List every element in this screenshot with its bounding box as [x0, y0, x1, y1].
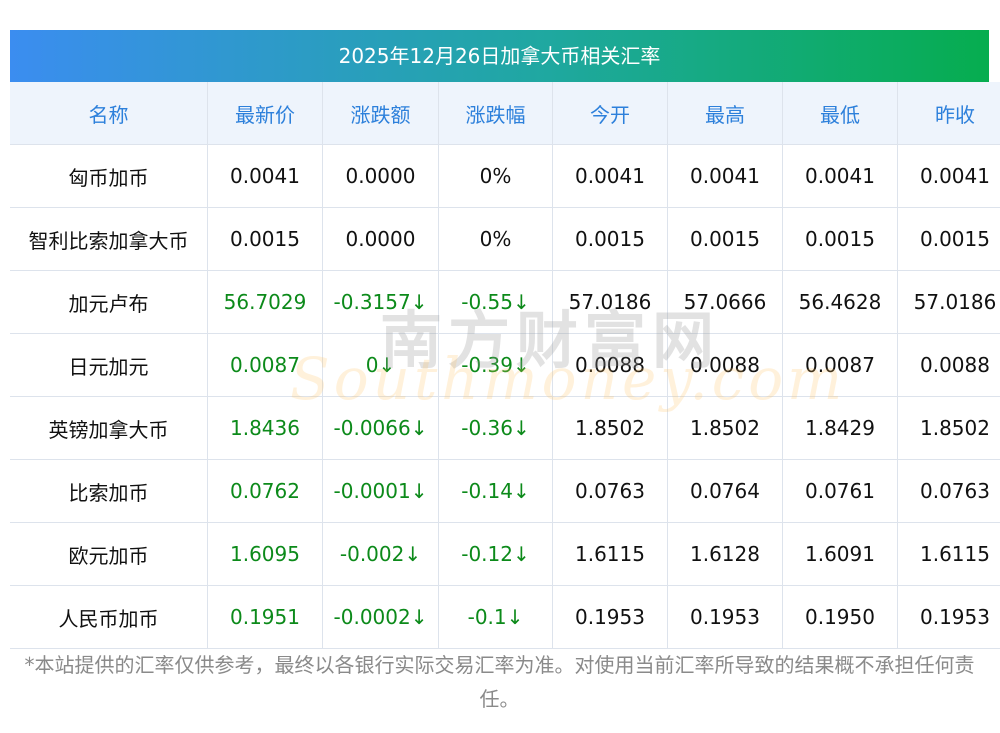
cell-change: 0.0000 [322, 207, 439, 271]
table-row: 欧元加币 1.6095 -0.002↓ -0.12↓ 1.6115 1.6128 1.609… [10, 522, 1000, 586]
cell-price: 1.8436 [207, 396, 323, 460]
cell-pct: -0.12↓ [438, 522, 553, 586]
column-header: 最高 [667, 82, 783, 145]
column-header: 涨跌额 [322, 82, 439, 145]
cell-prev: 0.0088 [897, 333, 1000, 397]
cell-open: 1.8502 [552, 396, 668, 460]
cell-name: 智利比索加拿大币 [10, 207, 208, 271]
cell-price: 0.0015 [207, 207, 323, 271]
cell-high: 0.0764 [667, 459, 783, 523]
cell-pct: -0.36↓ [438, 396, 553, 460]
cell-low: 0.0761 [782, 459, 898, 523]
column-header: 名称 [10, 82, 208, 145]
cell-pct: -0.55↓ [438, 270, 553, 334]
table-row: 匈币加币 0.0041 0.0000 0% 0.0041 0.0041 0.0041 0.00… [10, 144, 1000, 208]
table-row: 加元卢布 56.7029 -0.3157↓ -0.55↓ 57.0186 57.0666 5… [10, 270, 1000, 334]
disclaimer-note: *本站提供的汇率仅供参考，最终以各银行实际交易汇率为准。对使用当前汇率所导致的结… [24, 653, 975, 711]
column-header: 今开 [552, 82, 668, 145]
cell-high: 1.6128 [667, 522, 783, 586]
cell-name: 日元加元 [10, 333, 208, 397]
cell-high: 1.8502 [667, 396, 783, 460]
cell-prev: 0.0015 [897, 207, 1000, 271]
cell-pct: 0% [438, 144, 553, 208]
cell-open: 0.0041 [552, 144, 668, 208]
cell-name: 比索加币 [10, 459, 208, 523]
cell-low: 56.4628 [782, 270, 898, 334]
cell-price: 56.7029 [207, 270, 323, 334]
cell-open: 0.0015 [552, 207, 668, 271]
cell-price: 0.0041 [207, 144, 323, 208]
cell-prev: 0.0763 [897, 459, 1000, 523]
cell-open: 0.0763 [552, 459, 668, 523]
cell-low: 0.0015 [782, 207, 898, 271]
cell-open: 1.6115 [552, 522, 668, 586]
cell-change: 0↓ [322, 333, 439, 397]
cell-pct: -0.1↓ [438, 585, 553, 649]
table-row: 智利比索加拿大币 0.0015 0.0000 0% 0.0015 0.0015 0.0015… [10, 207, 1000, 271]
cell-pct: -0.14↓ [438, 459, 553, 523]
cell-open: 0.1953 [552, 585, 668, 649]
cell-high: 0.0015 [667, 207, 783, 271]
column-header: 涨跌幅 [438, 82, 553, 145]
cell-low: 1.8429 [782, 396, 898, 460]
cell-low: 0.1950 [782, 585, 898, 649]
cell-change: -0.002↓ [322, 522, 439, 586]
table-row: 日元加元 0.0087 0↓ -0.39↓ 0.0088 0.0088 0.0087 0.00… [10, 333, 1000, 397]
column-header: 最新价 [207, 82, 323, 145]
cell-low: 1.6091 [782, 522, 898, 586]
cell-change: -0.0001↓ [322, 459, 439, 523]
cell-low: 0.0041 [782, 144, 898, 208]
cell-pct: -0.39↓ [438, 333, 553, 397]
cell-name: 人民币加币 [10, 585, 208, 649]
cell-change: 0.0000 [322, 144, 439, 208]
table-row: 人民币加币 0.1951 -0.0002↓ -0.1↓ 0.1953 0.1953 0.19… [10, 585, 1000, 649]
table-header-row: 名称 最新价 涨跌额 涨跌幅 今开 最高 最低 昨收 [10, 82, 1000, 145]
column-header: 昨收 [897, 82, 1000, 145]
cell-change: -0.0066↓ [322, 396, 439, 460]
cell-name: 欧元加币 [10, 522, 208, 586]
cell-pct: 0% [438, 207, 553, 271]
cell-low: 0.0087 [782, 333, 898, 397]
cell-price: 0.0762 [207, 459, 323, 523]
cell-high: 0.0088 [667, 333, 783, 397]
table-row: 英镑加拿大币 1.8436 -0.0066↓ -0.36↓ 1.8502 1.8502 1.… [10, 396, 1000, 460]
exchange-rate-table: 名称 最新价 涨跌额 涨跌幅 今开 最高 最低 昨收 匈币加币 0.0041 0.0000 0% 0.… [10, 82, 1000, 649]
cell-change: -0.0002↓ [322, 585, 439, 649]
cell-prev: 1.8502 [897, 396, 1000, 460]
cell-price: 0.1951 [207, 585, 323, 649]
cell-prev: 0.0041 [897, 144, 1000, 208]
cell-price: 0.0087 [207, 333, 323, 397]
cell-name: 加元卢布 [10, 270, 208, 334]
cell-name: 匈币加币 [10, 144, 208, 208]
cell-open: 57.0186 [552, 270, 668, 334]
column-header: 最低 [782, 82, 898, 145]
cell-change: -0.3157↓ [322, 270, 439, 334]
cell-name: 英镑加拿大币 [10, 396, 208, 460]
page-title: 2025年12月26日加拿大币相关汇率 [10, 30, 989, 82]
cell-prev: 0.1953 [897, 585, 1000, 649]
cell-high: 57.0666 [667, 270, 783, 334]
cell-prev: 1.6115 [897, 522, 1000, 586]
table-row: 比索加币 0.0762 -0.0001↓ -0.14↓ 0.0763 0.0764 0.07… [10, 459, 1000, 523]
cell-high: 0.1953 [667, 585, 783, 649]
cell-price: 1.6095 [207, 522, 323, 586]
cell-open: 0.0088 [552, 333, 668, 397]
cell-high: 0.0041 [667, 144, 783, 208]
cell-prev: 57.0186 [897, 270, 1000, 334]
